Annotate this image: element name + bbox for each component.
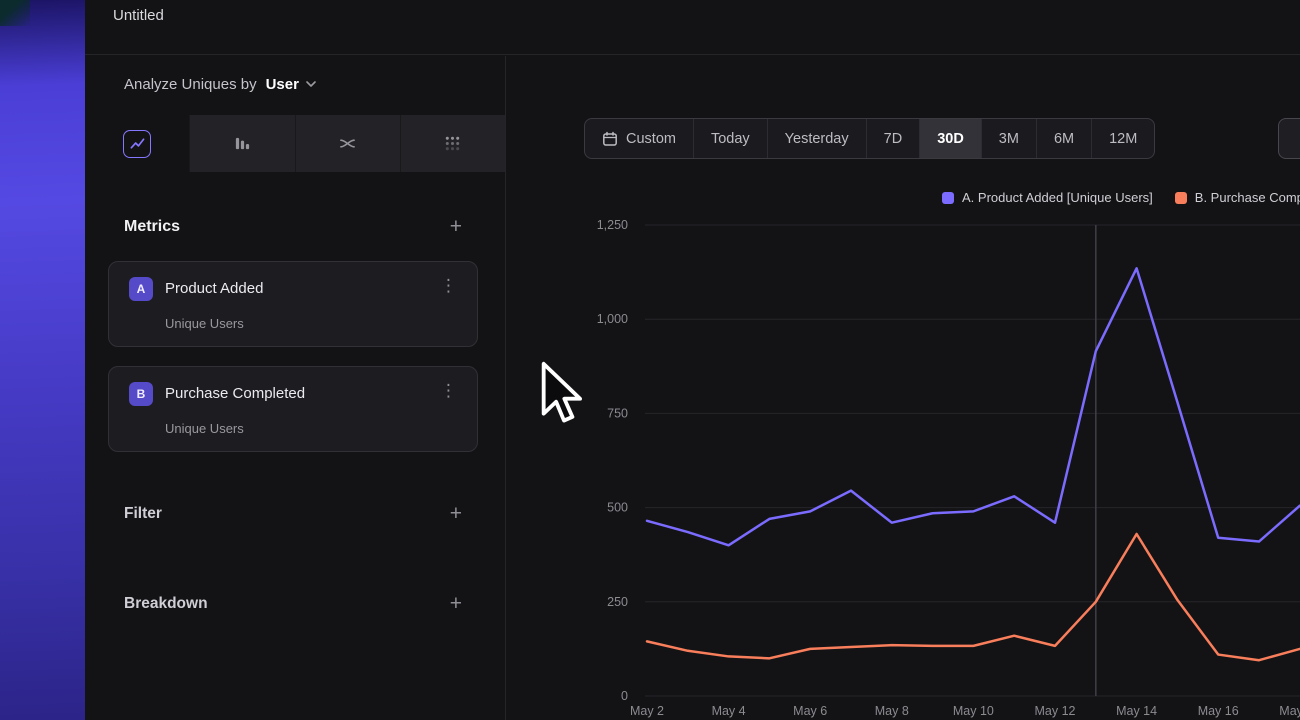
svg-text:May 14: May 14	[1116, 704, 1157, 718]
svg-text:500: 500	[607, 501, 628, 515]
breakdown-section: Breakdown +	[124, 593, 462, 614]
view-tab-funnels[interactable]	[189, 115, 294, 172]
chart-toolbar: Custom Today Yesterday 7D 30D 3M 6M 12M Compare	[584, 118, 1300, 159]
range-button-today[interactable]: Today	[694, 119, 768, 158]
metric-badge: A	[129, 277, 153, 301]
metrics-section-header: Metrics +	[124, 216, 462, 237]
query-panel: Analyze Uniques by User Metrics + A Prod…	[85, 56, 505, 720]
compare-button[interactable]: Compare	[1278, 118, 1300, 159]
svg-text:May 8: May 8	[875, 704, 909, 718]
range-button-custom[interactable]: Custom	[585, 119, 694, 158]
kebab-menu-icon[interactable]: ⋮	[440, 381, 457, 401]
svg-text:May 12: May 12	[1035, 704, 1076, 718]
retention-dots-icon	[444, 135, 461, 152]
analyze-by-selector[interactable]: User	[266, 76, 316, 93]
range-button-7d[interactable]: 7D	[867, 119, 921, 158]
range-button-label: Today	[711, 131, 750, 147]
range-button-6m[interactable]: 6M	[1037, 119, 1092, 158]
view-tab-insights[interactable]	[85, 115, 189, 172]
add-breakdown-button[interactable]: +	[450, 593, 462, 614]
chevron-down-icon	[306, 81, 316, 87]
range-button-label: Custom	[626, 131, 676, 147]
range-button-label: 7D	[884, 131, 903, 147]
range-button-label: 30D	[937, 131, 964, 147]
metric-subtitle: Unique Users	[165, 421, 244, 436]
chart-area: Custom Today Yesterday 7D 30D 3M 6M 12M Compare…	[506, 56, 1300, 720]
view-tab-retention[interactable]	[400, 115, 505, 172]
metrics-heading: Metrics	[124, 218, 180, 236]
window-edge-gradient	[0, 0, 85, 720]
view-tabs	[85, 115, 505, 172]
analyze-row: Analyze Uniques by User	[124, 72, 316, 96]
calendar-icon	[602, 131, 618, 147]
metric-name: Product Added	[165, 280, 263, 297]
metric-card[interactable]: A Product Added ⋮ Unique Users	[108, 261, 478, 347]
svg-text:May 2: May 2	[630, 704, 664, 718]
kebab-menu-icon[interactable]: ⋮	[440, 276, 457, 296]
wallpaper-corner	[0, 0, 30, 26]
svg-text:May 6: May 6	[793, 704, 827, 718]
svg-text:May 4: May 4	[712, 704, 746, 718]
range-button-30d[interactable]: 30D	[920, 119, 982, 158]
metrics-list: A Product Added ⋮ Unique Users B Purchas…	[108, 261, 478, 471]
svg-text:May 10: May 10	[953, 704, 994, 718]
metric-subtitle: Unique Users	[165, 316, 244, 331]
metric-card[interactable]: B Purchase Completed ⋮ Unique Users	[108, 366, 478, 452]
breakdown-label: Breakdown	[124, 595, 208, 613]
range-button-3m[interactable]: 3M	[982, 119, 1037, 158]
svg-text:1,000: 1,000	[597, 312, 628, 326]
svg-text:750: 750	[607, 406, 628, 420]
range-button-12m[interactable]: 12M	[1092, 119, 1154, 158]
metric-name: Purchase Completed	[165, 385, 305, 402]
funnel-bars-icon	[234, 135, 251, 152]
svg-text:0: 0	[621, 689, 628, 703]
report-title[interactable]: Untitled	[113, 7, 164, 24]
filter-section: Filter +	[124, 503, 462, 524]
range-button-label: Yesterday	[785, 131, 849, 147]
range-button-yesterday[interactable]: Yesterday	[768, 119, 867, 158]
svg-text:250: 250	[607, 595, 628, 609]
filter-label: Filter	[124, 505, 162, 523]
analyze-by-value: User	[266, 76, 299, 93]
line-chart-icon	[123, 130, 151, 158]
range-button-label: 3M	[999, 131, 1019, 147]
line-chart[interactable]: 0 250 500 750 1,000 1,250 May 2 May 4 May 6 May 8…	[506, 181, 1300, 720]
add-metric-button[interactable]: +	[450, 216, 462, 237]
metric-badge: B	[129, 382, 153, 406]
svg-text:1,250: 1,250	[597, 218, 628, 232]
analyze-prefix-label: Analyze Uniques by	[124, 76, 257, 93]
range-button-label: 12M	[1109, 131, 1137, 147]
add-filter-button[interactable]: +	[450, 503, 462, 524]
svg-text:May 18: May 18	[1279, 704, 1300, 718]
svg-text:May 16: May 16	[1198, 704, 1239, 718]
flows-icon	[339, 135, 356, 152]
range-button-label: 6M	[1054, 131, 1074, 147]
topbar: Untitled	[85, 0, 1300, 55]
view-tab-flows[interactable]	[295, 115, 400, 172]
date-range-group: Custom Today Yesterday 7D 30D 3M 6M 12M	[584, 118, 1155, 159]
